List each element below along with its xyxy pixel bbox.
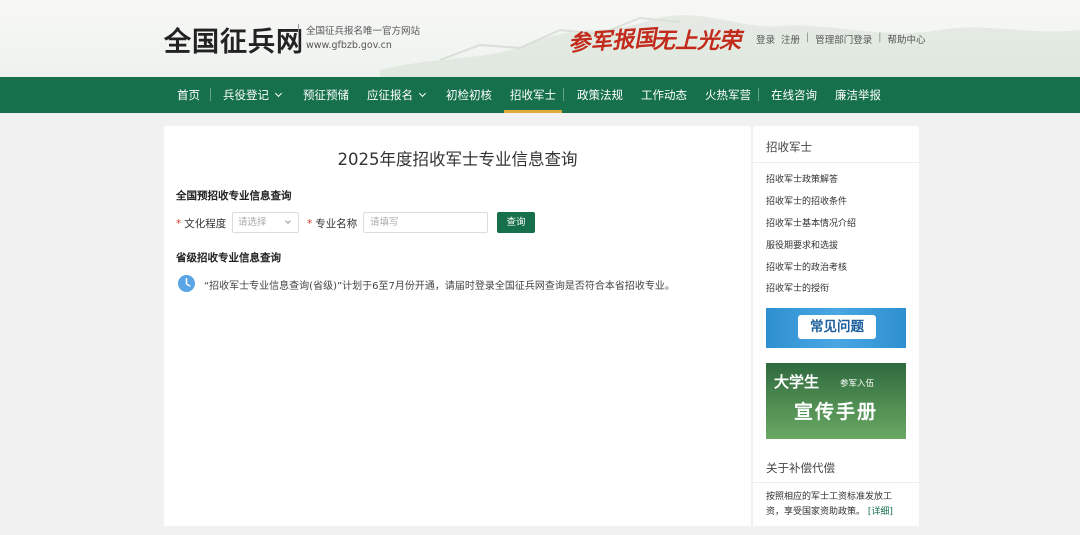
chevron-down-icon <box>285 218 291 224</box>
site-url: www.gfbzb.gov.cn <box>306 40 392 51</box>
faq-banner[interactable]: 常见问题 <box>766 308 906 348</box>
site-header: 全国征兵网 全国征兵报名唯一官方网站 www.gfbzb.gov.cn 参军报国… <box>0 0 1080 77</box>
nav-policy[interactable]: 政策法规 <box>577 77 623 113</box>
nav-home[interactable]: 首页 <box>177 77 200 113</box>
national-section-title: 全国预招收专业信息查询 <box>176 190 292 202</box>
nav-barracks[interactable]: 火热军营 <box>705 77 751 113</box>
chevron-down-icon <box>274 89 283 98</box>
query-panel: 2025年度招收军士专业信息查询 全国预招收专业信息查询 * 文化程度 请选择 *… <box>164 126 751 526</box>
link-separator: | <box>806 32 810 43</box>
slogan-join-army: 参军报国 <box>567 24 657 58</box>
nav-label: 火热军营 <box>705 88 751 102</box>
top-links: 登录 注册 | 管理部门登录 | 帮助中心 <box>756 32 925 46</box>
nav-label: 预征预储 <box>303 88 349 102</box>
compensation-heading: 关于补偿代偿 <box>766 461 835 475</box>
nav-divider <box>210 88 211 101</box>
detail-link[interactable]: [详细] <box>868 507 893 517</box>
sidebar-link-political-review[interactable]: 招收军士的政治考核 <box>766 260 847 273</box>
login-link[interactable]: 登录 <box>756 32 775 46</box>
education-label-text: 文化程度 <box>184 218 227 230</box>
nav-news[interactable]: 工作动态 <box>641 77 687 113</box>
nav-label: 兵役登记 <box>223 88 269 102</box>
banner-handbook-title: 宣传手册 <box>793 401 878 423</box>
nav-apply[interactable]: 应征报名 <box>367 77 427 113</box>
nav-initial-check[interactable]: 初检初核 <box>446 77 492 113</box>
banner-enlist: 参军入伍 <box>840 379 875 389</box>
page-title: 2025年度招收军士专业信息查询 <box>337 150 578 169</box>
major-label-text: 专业名称 <box>315 218 358 230</box>
sidebar-link-policy-qa[interactable]: 招收军士政策解答 <box>766 172 838 185</box>
site-subtitle: 全国征兵报名唯一官方网站 www.gfbzb.gov.cn <box>306 25 420 53</box>
required-mark: * <box>307 218 313 230</box>
site-subtitle-line1: 全国征兵报名唯一官方网站 <box>306 26 421 37</box>
nav-pre-enlist[interactable]: 预征预储 <box>303 77 349 113</box>
main-nav: 首页 兵役登记 预征预储 应征报名 初检初核 招收军士 政策法规 工作动态 火热… <box>0 77 1080 113</box>
sidebar: 招收军士 招收军士政策解答 招收军士的招收条件 招收军士基本情况介绍 服役期要求… <box>753 126 919 526</box>
major-input[interactable]: 请填写 <box>363 212 488 233</box>
student-handbook-banner[interactable]: 大学生 参军入伍 宣传手册 <box>766 363 906 439</box>
education-select-value: 请选择 <box>238 217 267 228</box>
nav-label: 首页 <box>177 88 200 102</box>
nav-label: 应征报名 <box>367 88 413 102</box>
admin-login-link[interactable]: 管理部门登录 <box>815 32 872 46</box>
clock-icon <box>178 275 195 292</box>
required-mark: * <box>176 218 182 230</box>
sidebar-link-conditions[interactable]: 招收军士的招收条件 <box>766 194 847 207</box>
nav-label: 工作动态 <box>641 88 687 102</box>
nav-consult[interactable]: 在线咨询 <box>771 77 817 113</box>
nav-label: 在线咨询 <box>771 88 817 102</box>
nav-divider <box>563 88 564 101</box>
help-center-link[interactable]: 帮助中心 <box>887 32 925 46</box>
education-select[interactable]: 请选择 <box>232 212 299 233</box>
provincial-section-title: 省级招收专业信息查询 <box>176 252 281 264</box>
compensation-text: 按照相应的军士工资标准发放工资，享受国家资助政策。 [详细] <box>766 490 906 520</box>
sidebar-link-intro[interactable]: 招收军士基本情况介绍 <box>766 216 856 229</box>
nav-label: 廉洁举报 <box>835 88 881 102</box>
major-label: * 专业名称 <box>307 216 357 231</box>
sidebar-divider <box>753 482 919 483</box>
sidebar-heading: 招收军士 <box>766 140 812 154</box>
slogan-glory: 无上光荣 <box>653 28 742 54</box>
nav-registration[interactable]: 兵役登记 <box>223 77 283 113</box>
nav-report[interactable]: 廉洁举报 <box>835 77 881 113</box>
nav-divider <box>758 88 759 101</box>
logo-divider <box>298 24 299 50</box>
faq-banner-label: 常见问题 <box>798 315 876 339</box>
sidebar-link-service-term[interactable]: 服役期要求和选拔 <box>766 238 838 251</box>
provincial-notice: “招收军士专业信息查询(省级)”计划于6至7月份开通，请届时登录全国征兵网查询是… <box>204 281 675 292</box>
site-logo[interactable]: 全国征兵网 <box>164 20 304 59</box>
nav-label: 招收军士 <box>510 88 556 102</box>
sidebar-divider <box>753 162 919 163</box>
major-input-placeholder: 请填写 <box>370 217 399 228</box>
education-label: * 文化程度 <box>176 216 226 231</box>
banner-college-student: 大学生 <box>774 373 820 391</box>
nav-label: 政策法规 <box>577 88 623 102</box>
chevron-down-icon <box>418 89 427 98</box>
nav-nco-recruit[interactable]: 招收军士 <box>504 77 562 113</box>
nav-label: 初检初核 <box>446 88 492 102</box>
register-link[interactable]: 注册 <box>781 32 800 46</box>
query-button[interactable]: 查询 <box>497 212 535 233</box>
sidebar-link-rank[interactable]: 招收军士的授衔 <box>766 281 829 294</box>
link-separator: | <box>878 32 882 43</box>
